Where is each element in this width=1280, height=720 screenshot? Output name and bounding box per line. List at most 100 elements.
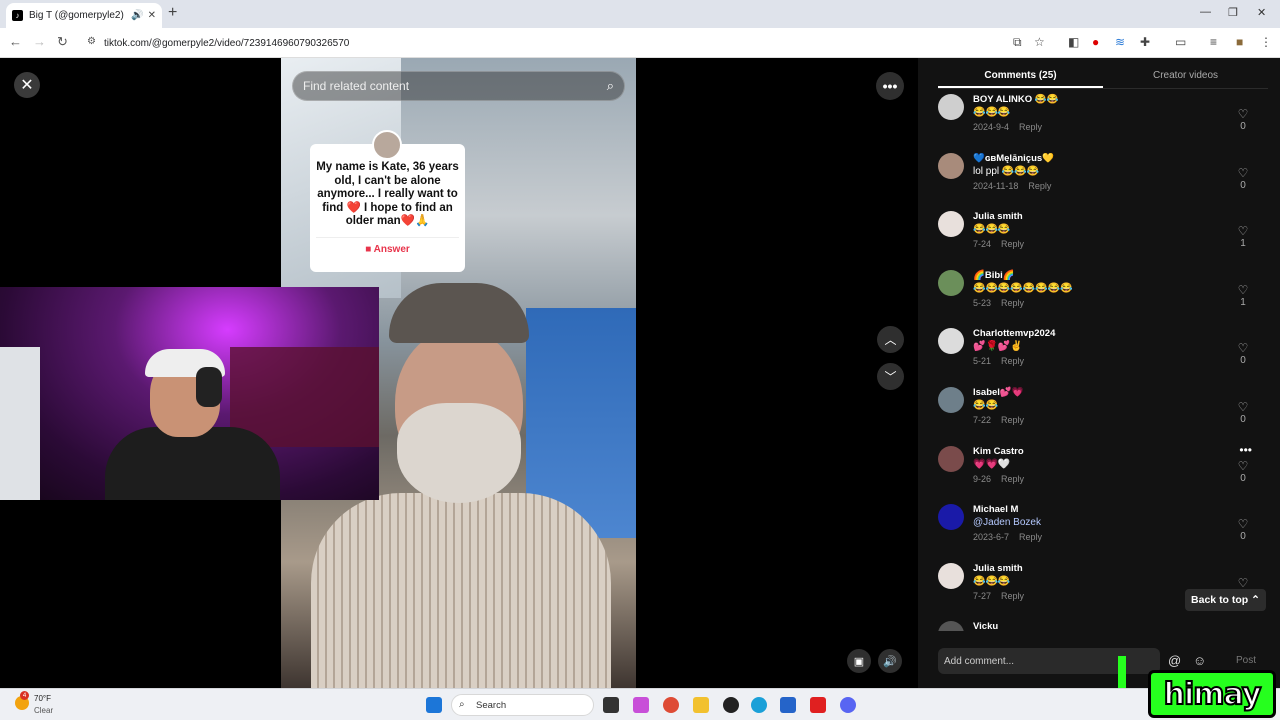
comment-author[interactable]: BOY ALINKO 😂😂 [973,89,1280,105]
comment-author[interactable]: Julia smith [973,206,1280,222]
forward-arrow-icon[interactable]: → [33,34,46,49]
heart-icon[interactable]: ♡ [1236,107,1250,121]
like-button[interactable]: ♡ [1236,576,1250,590]
heart-icon[interactable]: ♡ [1236,166,1250,180]
comment-author[interactable]: Julia smith [973,558,1280,574]
mention-icon[interactable]: @ [1168,653,1181,668]
search-placeholder: Find related content [303,79,410,93]
like-button[interactable]: ♡ 0 [1236,341,1250,366]
comment-author[interactable]: 💙ɢʙMęlāniçus💛 [973,148,1280,164]
like-button[interactable]: ♡ 0 [1236,400,1250,425]
heart-icon[interactable]: ♡ [1236,459,1250,473]
search-icon[interactable]: ⌕ [607,78,614,94]
heart-icon[interactable]: ♡ [1236,517,1250,531]
heart-icon[interactable]: ♡ [1236,283,1250,297]
tab-close-icon[interactable]: ✕ [148,10,156,21]
avatar[interactable] [938,328,964,355]
heart-icon[interactable]: ♡ [1236,576,1250,590]
reply-button[interactable]: Reply [1001,239,1024,249]
avatar[interactable] [938,211,964,238]
reply-button[interactable]: Reply [1028,181,1051,191]
like-button[interactable]: ♡ 0 [1236,166,1250,191]
restore-icon[interactable]: ❐ [1228,6,1238,19]
reply-button[interactable]: Reply [1001,298,1024,308]
install-app-icon[interactable]: ⧉ [1013,35,1022,50]
floating-player-icon[interactable]: ▣ [847,649,871,673]
avatar[interactable] [938,269,964,296]
heart-icon[interactable]: ♡ [1236,400,1250,414]
find-related-search[interactable]: Find related content ⌕ [292,71,625,101]
split-view-icon[interactable]: ▭ [1175,35,1186,49]
avatar[interactable] [938,445,964,472]
site-info-icon[interactable]: ⚙ [87,36,96,47]
close-video-button[interactable]: ✕ [14,72,40,98]
speaker-icon[interactable]: 🔊 [131,10,143,21]
previous-video-button[interactable]: ︿ [877,326,904,353]
add-comment-input[interactable]: Add comment... [938,648,1160,674]
bookmark-star-icon[interactable]: ☆ [1034,35,1045,49]
extension-1-icon[interactable]: ◧ [1068,35,1079,49]
volume-icon[interactable]: 🔊 [878,649,902,673]
avatar[interactable] [938,621,964,631]
emoji-icon[interactable]: ☺ [1193,653,1206,668]
post-button[interactable]: Post [1236,655,1256,666]
like-button[interactable]: ♡ 1 [1236,224,1250,249]
comment-author[interactable]: Vicku [973,616,1280,631]
back-arrow-icon[interactable]: ← [9,34,22,49]
chrome-icon[interactable] [663,697,679,713]
avatar[interactable] [938,562,964,589]
profile-avatar-icon[interactable]: ■ [1236,35,1243,49]
reload-icon[interactable]: ↻ [57,34,68,50]
media-icon[interactable]: ≡ [1210,35,1217,49]
comment-author[interactable]: Michael M [973,499,1280,515]
youtube-icon[interactable] [810,697,826,713]
extensions-puzzle-icon[interactable]: ✚ [1140,35,1150,49]
like-button[interactable]: ♡ 0 [1236,459,1250,484]
comment-list[interactable]: BOY ALINKO 😂😂 😂😂😂 2024-9-4 Reply ♡ 0 💙ɢʙMęlāni… [918,89,1280,631]
url-field[interactable]: tiktok.com/@gomerpyle2/video/72391469607… [80,32,1060,54]
browser-tab[interactable]: ♪ Big T (@gomerpyle2) | Tik T... 🔊 ✕ [6,3,162,28]
app-icon[interactable] [723,697,739,713]
avatar[interactable] [938,504,964,531]
edge-icon[interactable] [751,697,767,713]
comment-author[interactable]: Isabel💕💗 [973,382,1280,398]
like-button[interactable]: ♡ 0 [1236,517,1250,542]
tab-comments[interactable]: Comments (25) [938,58,1103,88]
taskbar-search[interactable]: ⌕ Search [451,694,594,716]
next-video-button[interactable]: ﹀ [877,363,904,390]
extension-3-icon[interactable]: ≋ [1115,35,1125,49]
comment-author[interactable]: Charlottemvp2024 [973,323,1280,339]
reply-button[interactable]: Reply [1019,532,1042,542]
comment-text: 😂😂😂 [973,107,1011,118]
like-button[interactable]: ♡ 1 [1236,283,1250,308]
comment-author[interactable]: 🌈Bibi🌈 [973,265,1280,281]
like-button[interactable]: ♡ 0 [1236,107,1250,132]
window-close-icon[interactable]: ✕ [1257,6,1266,19]
reply-button[interactable]: Reply [1019,122,1042,132]
menu-dots-icon[interactable]: ⋮ [1260,35,1272,49]
start-icon[interactable] [426,697,442,713]
comment-more-icon[interactable]: ••• [1239,443,1252,457]
minimize-icon[interactable]: — [1200,6,1211,18]
heart-icon[interactable]: ♡ [1236,341,1250,355]
heart-icon[interactable]: ♡ [1236,224,1250,238]
task-view-icon[interactable] [603,697,619,713]
new-tab-button[interactable]: + [168,4,177,22]
reply-button[interactable]: Reply [1001,474,1024,484]
avatar[interactable] [938,152,964,179]
avatar[interactable] [938,94,964,120]
copilot-icon[interactable] [633,697,649,713]
file-explorer-icon[interactable] [693,697,709,713]
tab-creator-videos[interactable]: Creator videos [1103,58,1268,88]
answer-button[interactable]: ■ Answer [316,236,459,255]
reply-button[interactable]: Reply [1001,415,1024,425]
reply-button[interactable]: Reply [1001,356,1024,366]
extension-2-icon[interactable]: ● [1092,35,1099,49]
avatar[interactable] [938,386,964,413]
back-to-top-button[interactable]: Back to top ⌃ [1185,589,1266,611]
more-options-button[interactable]: ••• [876,72,904,100]
discord-icon[interactable] [840,697,856,713]
store-icon[interactable] [780,697,796,713]
comment-author[interactable]: Kim Castro [973,441,1280,457]
reply-button[interactable]: Reply [1001,591,1024,601]
